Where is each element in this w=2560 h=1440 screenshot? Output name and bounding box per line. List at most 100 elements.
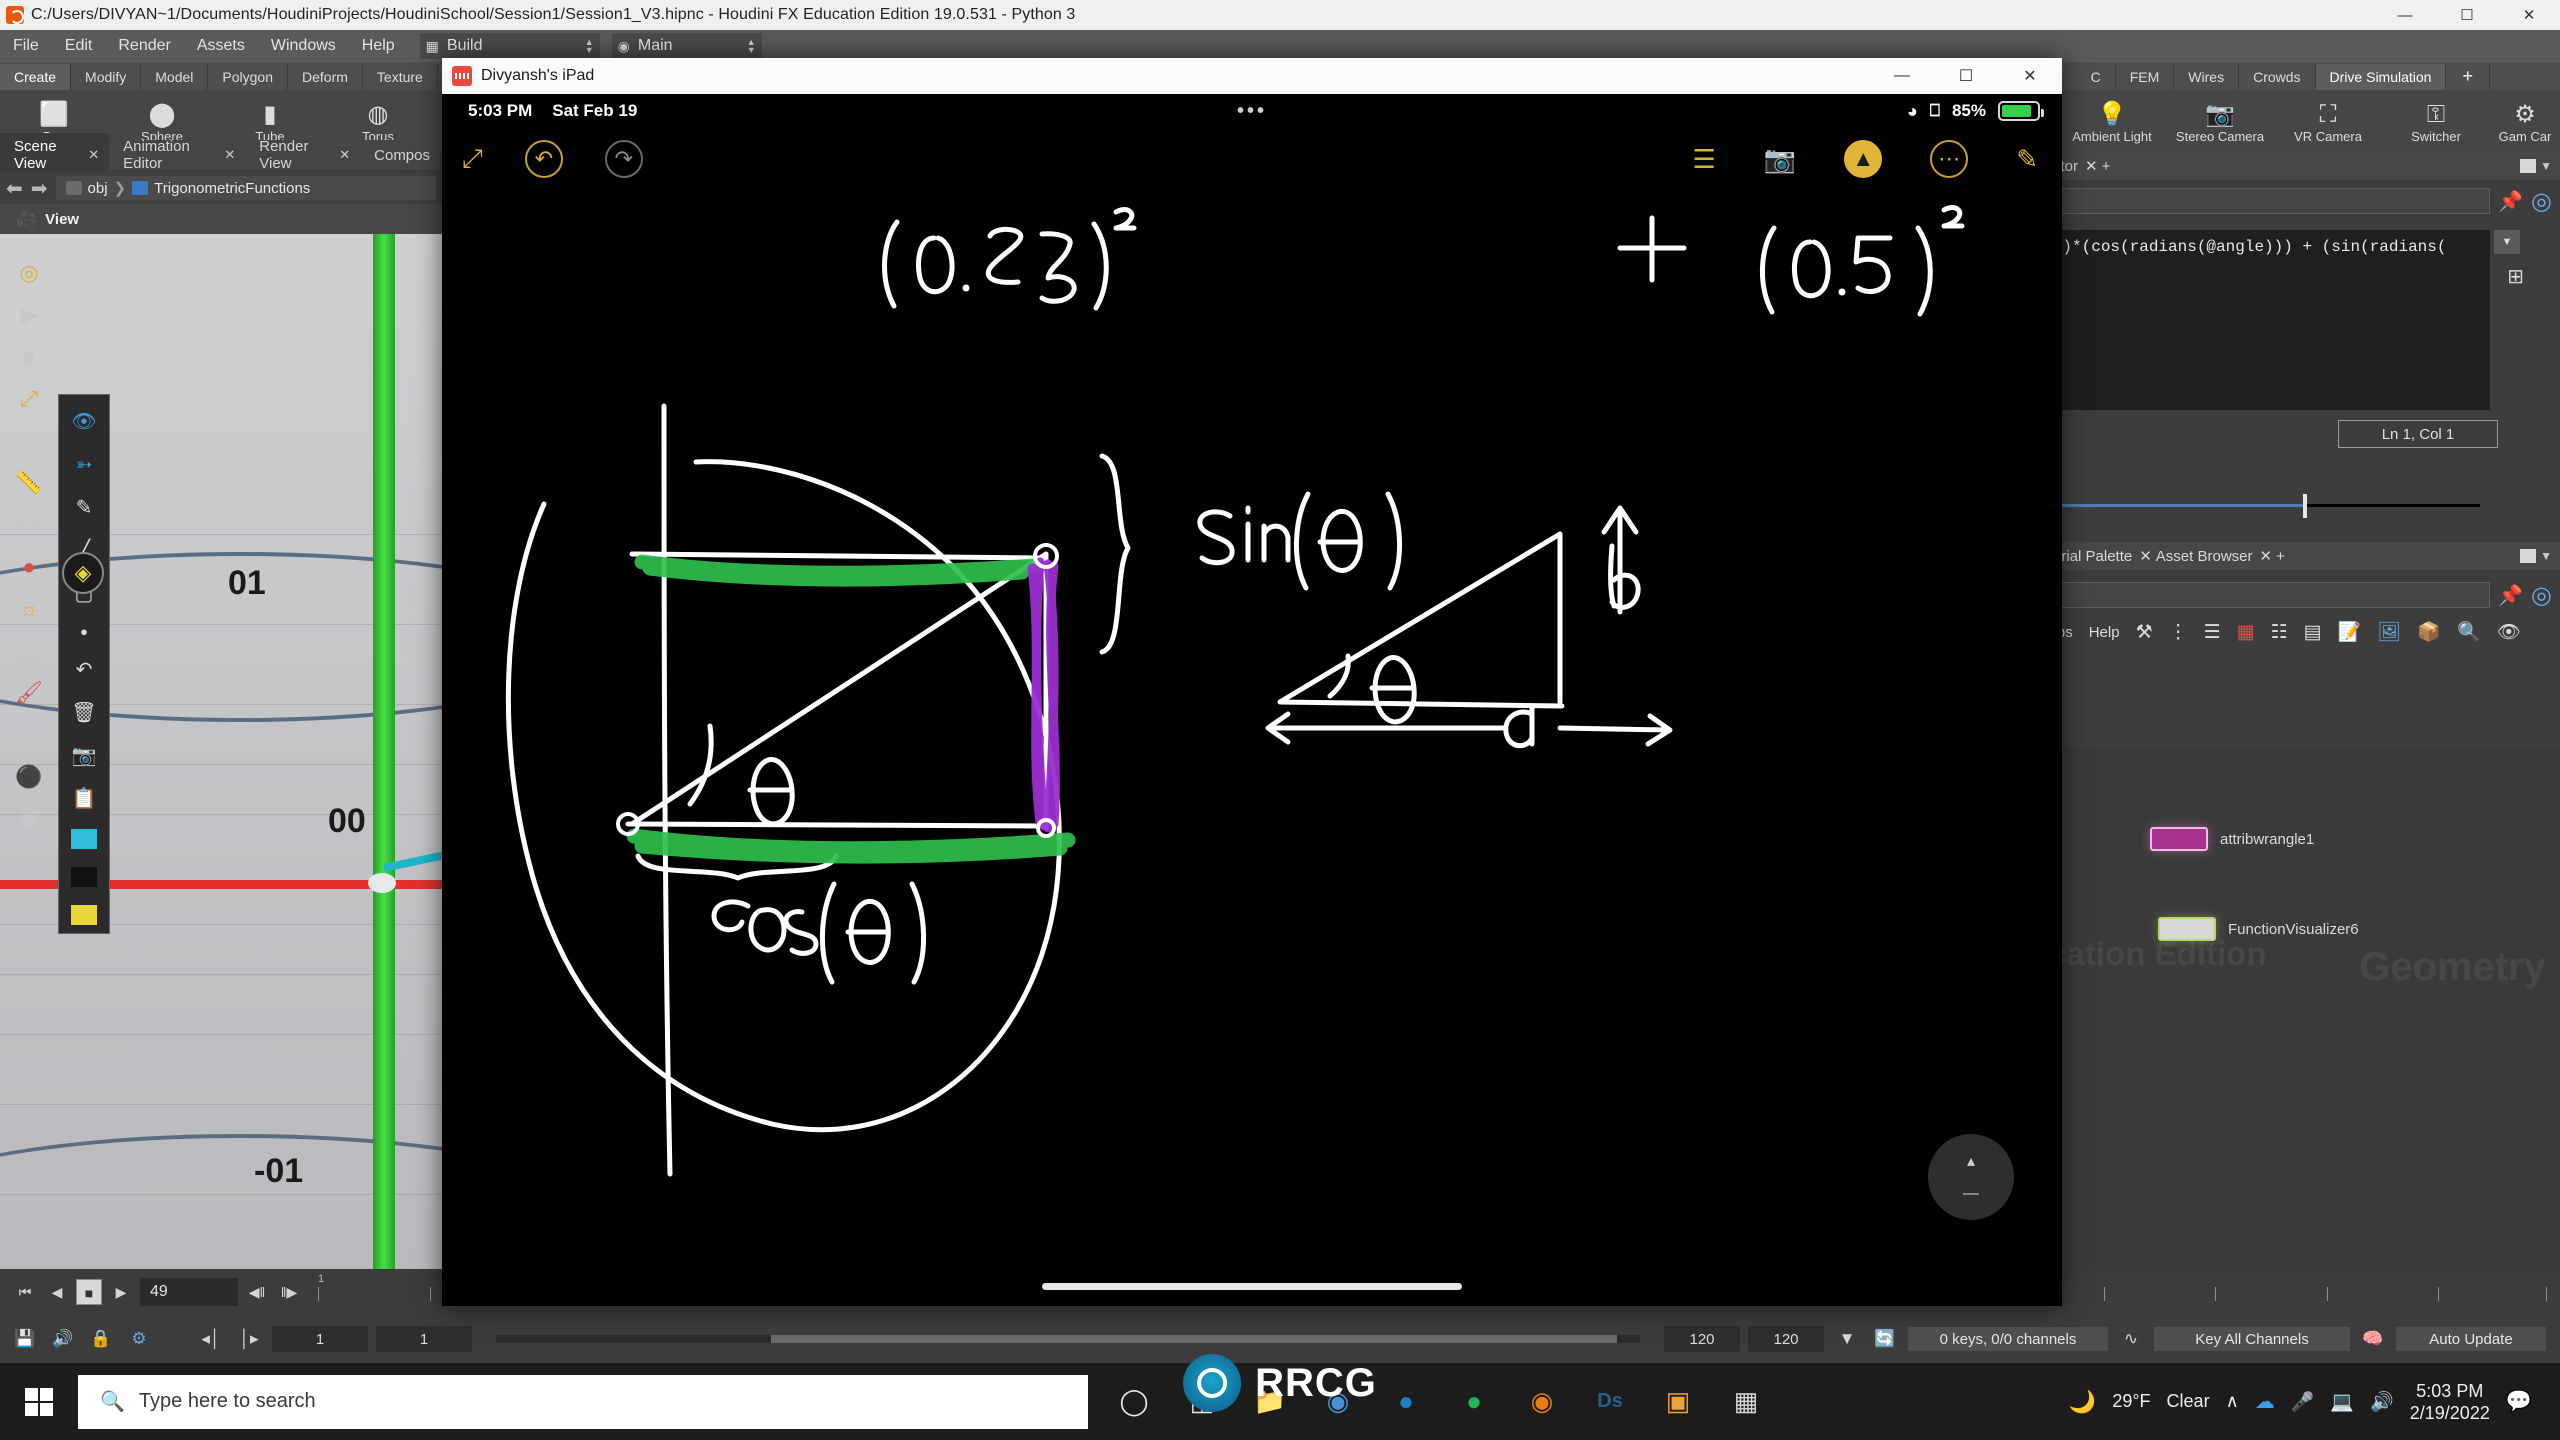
ipad-close-button[interactable]: ✕ — [1998, 58, 2062, 94]
undo-icon[interactable]: ↶ — [524, 140, 563, 178]
audio-icon[interactable]: 🔊 — [48, 1324, 78, 1354]
keyframe-refresh-icon[interactable]: 🔄 — [1870, 1324, 1900, 1354]
nav-forward-icon[interactable]: ➡ — [31, 176, 48, 201]
eye-icon[interactable]: 👁 — [2497, 620, 2521, 644]
close-icon[interactable]: ✕ — [2260, 547, 2273, 565]
auto-update-selector[interactable]: Auto Update — [2396, 1327, 2546, 1351]
handle-tool-icon[interactable]: ▶ — [21, 302, 38, 328]
collapse-arrows-icon[interactable]: ⤢ — [462, 143, 483, 175]
stop-button[interactable]: ■ — [76, 1279, 102, 1305]
onedrive-icon[interactable]: ☁ — [2255, 1389, 2275, 1414]
measure-tool-icon[interactable]: 📏 — [15, 470, 42, 496]
shelf-tab-model[interactable]: Model — [141, 64, 209, 90]
color-palette-icon[interactable]: ▦ — [2237, 621, 2255, 644]
pane-tab-composite[interactable]: Compos — [360, 142, 440, 169]
timeline-scroll-track[interactable] — [496, 1335, 1640, 1343]
search-input[interactable]: 🔍 Type here to search — [78, 1374, 1088, 1429]
paint-tool-icon[interactable]: 🖌 — [15, 680, 43, 706]
build-selector[interactable]: ▦ Build ▲ ▼ — [419, 33, 600, 59]
shelf-item-stereo-camera[interactable]: 📷 Stereo Camera — [2166, 100, 2274, 143]
desktop-spinner-icon[interactable]: ▲ ▼ — [737, 38, 756, 55]
shelf-item-vr-camera[interactable]: ⛶ VR Camera — [2274, 100, 2382, 143]
tab-asset-browser[interactable]: Asset Browser ✕ — [2156, 547, 2273, 566]
shelf-tab-c[interactable]: C — [2077, 64, 2116, 90]
pane-tab-render-view[interactable]: Render View ✕ — [245, 133, 360, 177]
ink-toggle-icon[interactable]: ▲ — [1844, 140, 1883, 178]
box-node-icon[interactable]: 📦 — [2417, 620, 2441, 644]
chevron-down-icon[interactable]: ▼ — [2540, 159, 2552, 173]
cursor-icon[interactable]: ➳ — [76, 452, 93, 477]
color-swatch-yellow[interactable] — [71, 905, 97, 925]
eye-icon[interactable]: 👁 — [71, 409, 96, 434]
target-icon[interactable]: ◎ — [2531, 187, 2552, 216]
taskbar-app-spotify[interactable]: ● — [1446, 1374, 1502, 1430]
dot-icon[interactable]: ● — [80, 624, 88, 639]
checklist-icon[interactable]: ☰ — [1693, 144, 1716, 175]
step-forward-button[interactable]: ‖▶ — [276, 1279, 302, 1305]
shelf-tab-polygon[interactable]: Polygon — [208, 64, 288, 90]
close-icon[interactable]: ✕ — [224, 147, 235, 163]
tree-view-icon[interactable]: ⋮ — [2169, 621, 2188, 644]
node-functionvisualizer6[interactable]: FunctionVisualizer6 — [2158, 917, 2359, 941]
shelf-tab-create[interactable]: Create — [0, 64, 72, 90]
ios-multitask-dots[interactable]: ••• — [1237, 100, 1267, 123]
ipad-screen[interactable]: 5:03 PM Sat Feb 19 ••• ◕ ⎕ 85% ⤢ ↶ ↷ ☰ 📷… — [442, 94, 2062, 1306]
range-start-prev-icon[interactable]: ◂│ — [196, 1324, 226, 1354]
total-frames-field[interactable]: 120 — [1748, 1326, 1824, 1352]
search-icon[interactable]: 🔍 — [2457, 620, 2481, 644]
keys-channels-label[interactable]: 0 keys, 0/0 channels — [1908, 1327, 2108, 1351]
scale-tool-icon[interactable]: ⤢ — [20, 386, 38, 412]
undo-icon[interactable]: ↶ — [76, 657, 93, 682]
play-reverse-button[interactable]: ◀ — [44, 1279, 70, 1305]
end-frame-field[interactable]: 120 — [1664, 1326, 1740, 1352]
material-tool-icon[interactable]: ● — [22, 554, 35, 580]
select-tool-icon[interactable]: ◎ — [19, 260, 38, 286]
list-view-icon[interactable]: ☰ — [2204, 621, 2221, 644]
nav-back-icon[interactable]: ⬅ — [6, 176, 23, 201]
microphone-icon[interactable]: 🎤 — [2291, 1390, 2315, 1414]
shelf-item-switcher[interactable]: ⚿ Switcher — [2382, 100, 2490, 143]
cook-brain-icon[interactable]: 🧠 — [2358, 1324, 2388, 1354]
image-icon[interactable]: 🖼 — [2377, 620, 2401, 644]
viewport-floating-toolbar[interactable]: 👁 ➳ ✎ ╱ ▢ ● ↶ 🗑 📷 📋 — [58, 394, 110, 934]
parameter-search-input[interactable]: ns — [2020, 188, 2491, 214]
shelf-tab-crowds[interactable]: Crowds — [2239, 64, 2316, 90]
code-scroll-down-button[interactable]: ▼ — [2494, 230, 2520, 254]
pane-tab-scene-view[interactable]: Scene View ✕ — [0, 133, 110, 177]
monitor-add-tab[interactable]: + — [2102, 158, 2111, 175]
viewport-brush-badge[interactable]: ◈ — [62, 552, 104, 594]
windows-start-icon[interactable] — [0, 1363, 78, 1440]
step-back-button[interactable]: ◀‖ — [244, 1279, 270, 1305]
trash-icon[interactable]: 🗑 — [71, 700, 96, 725]
node-attribwrangle1[interactable]: attribwrangle1 — [2150, 827, 2314, 851]
notifications-icon[interactable]: 💬 — [2506, 1390, 2532, 1414]
range-end-field[interactable]: 1 — [376, 1326, 472, 1352]
current-frame-field[interactable]: 49 — [140, 1278, 238, 1306]
mirror-tool-icon[interactable]: ▣ — [19, 806, 40, 832]
ipad-minimize-button[interactable]: — — [1870, 58, 1934, 94]
group-tool-icon[interactable]: ☷ — [19, 638, 39, 664]
menu-windows[interactable]: Windows — [258, 30, 349, 62]
copy-icon[interactable]: 📋 — [72, 786, 97, 811]
pane-tab-animation-editor[interactable]: Animation Editor ✕ — [109, 133, 245, 177]
tools-icon[interactable]: ⚒ — [2136, 621, 2153, 644]
redo-icon[interactable]: ↷ — [604, 140, 643, 178]
window-controls[interactable]: — ☐ ✕ — [2374, 0, 2560, 30]
target-icon[interactable]: ◎ — [2531, 581, 2552, 610]
slider-handle[interactable] — [2303, 494, 2307, 518]
save-icon[interactable]: 💾 — [10, 1324, 40, 1354]
pin-icon[interactable]: 📌 — [2498, 583, 2523, 608]
close-icon[interactable]: ✕ — [2085, 157, 2098, 175]
shelf-item-game-camera[interactable]: ⚙ Gam Car — [2490, 100, 2560, 143]
range-collapse-icon[interactable]: ▼ — [1832, 1324, 1862, 1354]
camera-tool-icon[interactable]: 📷 — [72, 743, 97, 768]
breadcrumb-obj[interactable]: obj — [88, 180, 108, 197]
shelf-tab-texture[interactable]: Texture — [363, 64, 438, 90]
ios-home-indicator[interactable] — [1042, 1283, 1462, 1290]
play-button[interactable]: ▶ — [108, 1279, 134, 1305]
minimize-button[interactable]: — — [2374, 0, 2436, 30]
breadcrumb-path[interactable]: obj ❯ TrigonometricFunctions — [55, 176, 436, 200]
ipad-window-controls[interactable]: — ☐ ✕ — [1870, 58, 2062, 94]
key-curve-icon[interactable]: ∿ — [2116, 1324, 2146, 1354]
edit-note-icon[interactable]: ✎ — [2016, 144, 2038, 175]
